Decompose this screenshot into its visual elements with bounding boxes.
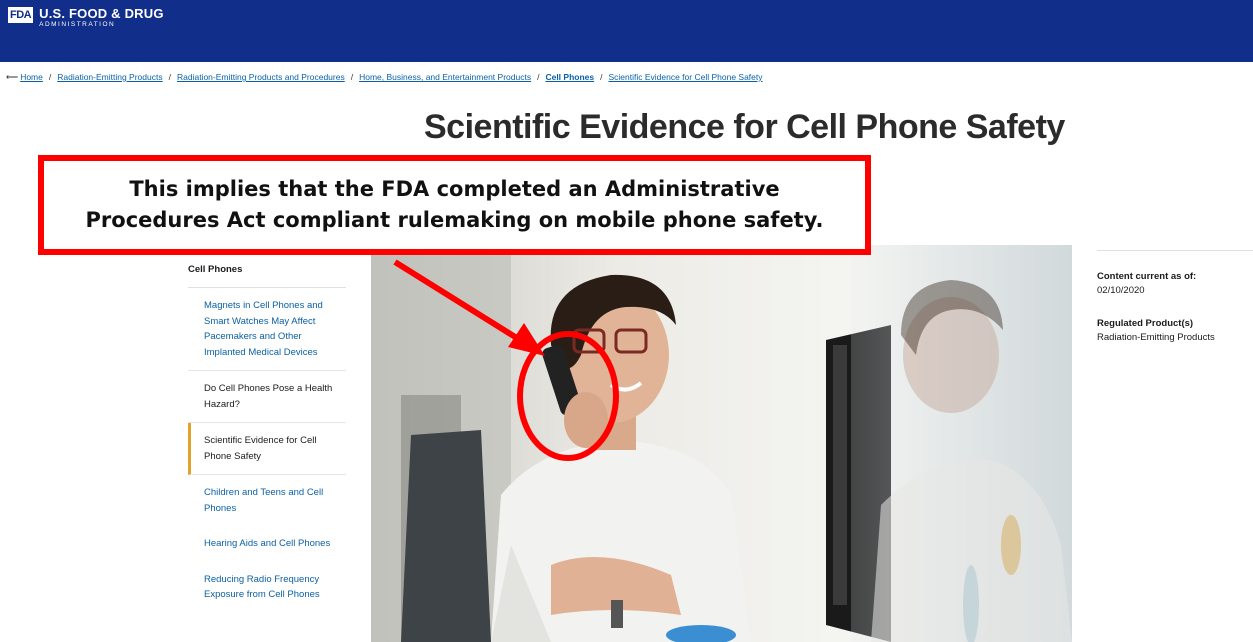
- annotation-circle: [517, 331, 619, 461]
- annotation-overlay: [393, 259, 619, 461]
- annotation-callout: This implies that the FDA completed an A…: [38, 155, 871, 255]
- annotation-text: This implies that the FDA completed an A…: [85, 177, 824, 232]
- arrow-head-icon: [508, 323, 545, 356]
- annotation-arrow: [393, 259, 522, 343]
